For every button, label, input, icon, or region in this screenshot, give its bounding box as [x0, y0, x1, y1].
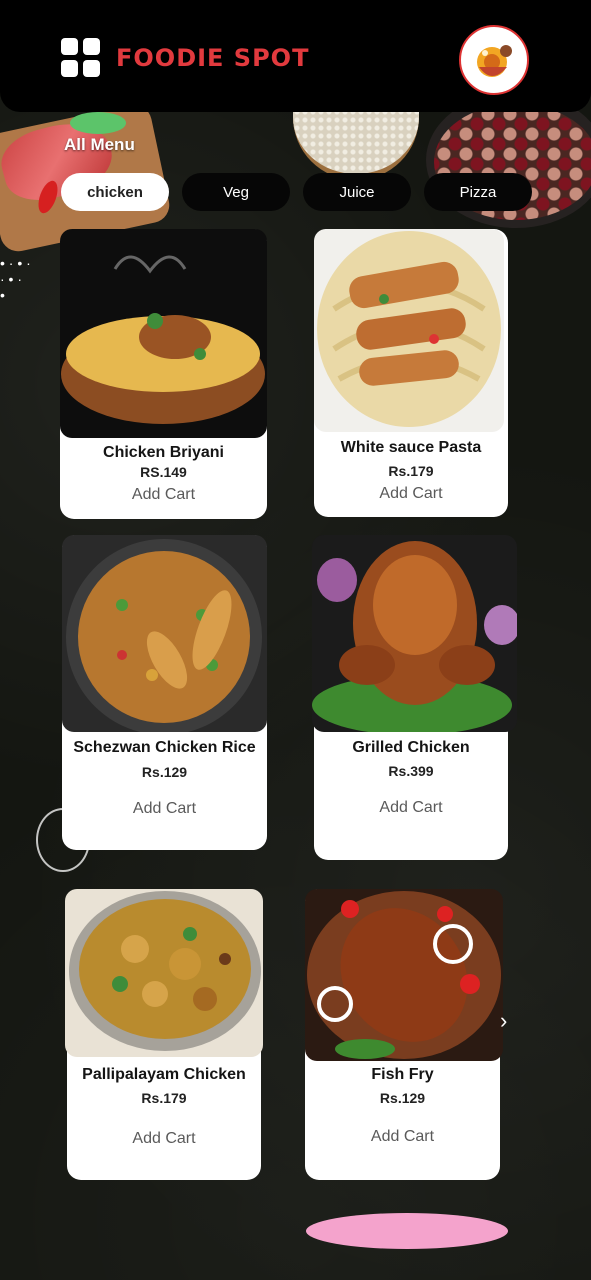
floating-cart-button[interactable]: [306, 1213, 508, 1249]
item-name: Fish Fry: [371, 1066, 434, 1083]
section-title: All Menu: [64, 135, 135, 154]
item-price: Rs.129: [141, 764, 188, 780]
add-cart-button[interactable]: Add Cart: [305, 1128, 500, 1146]
add-cart-button[interactable]: Add Cart: [60, 486, 267, 504]
app-header: FOODIE SPOT: [0, 0, 591, 112]
leaf-decoration: [70, 112, 126, 134]
tab-juice[interactable]: Juice: [303, 173, 411, 211]
schezwan-chicken-rice-image: [62, 535, 267, 732]
chevron-right-icon[interactable]: ›: [500, 1008, 507, 1034]
item-price: Rs.399: [388, 763, 434, 779]
item-price: Rs.179: [388, 463, 434, 479]
item-price: Rs.129: [379, 1090, 426, 1106]
item-price: RS.149: [140, 464, 187, 480]
item-name: Schezwan Chicken Rice: [73, 739, 256, 756]
add-cart-button[interactable]: Add Cart: [67, 1130, 261, 1148]
item-name: Grilled Chicken: [352, 739, 470, 756]
item-name: White sauce Pasta: [340, 439, 482, 456]
grilled-chicken-image: [312, 535, 517, 732]
white-sauce-pasta-image: [314, 229, 504, 432]
brand-logo-icon[interactable]: [459, 25, 529, 95]
add-cart-button[interactable]: Add Cart: [314, 799, 508, 817]
grid-menu-icon[interactable]: [61, 38, 101, 78]
tab-veg[interactable]: Veg: [182, 173, 290, 211]
tab-chicken[interactable]: chicken: [61, 173, 169, 211]
sparkle-dots-decoration: • · • · · • · •: [0, 255, 31, 303]
tab-pizza[interactable]: Pizza: [424, 173, 532, 211]
add-cart-button[interactable]: Add Cart: [62, 800, 267, 818]
brand-title: FOODIE SPOT: [116, 44, 310, 72]
item-name: Pallipalayam Chicken: [82, 1066, 246, 1083]
add-cart-button[interactable]: Add Cart: [314, 485, 508, 503]
pallipalayam-chicken-image: [65, 889, 263, 1057]
fish-fry-image: [305, 889, 503, 1061]
item-price: Rs.179: [141, 1090, 187, 1106]
item-name: Chicken Briyani: [103, 444, 224, 461]
chicken-briyani-image: [60, 229, 267, 438]
